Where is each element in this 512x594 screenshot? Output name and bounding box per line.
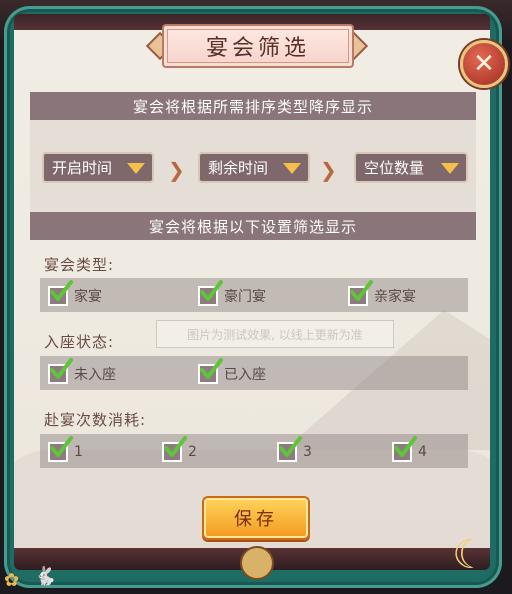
flower-icon: ✿ — [4, 570, 20, 591]
dropdown-label: 空位数量 — [364, 159, 425, 177]
option-label: 3 — [303, 444, 312, 460]
checkbox-not-seated[interactable]: 未入座 — [48, 358, 116, 384]
moon-icon: ☾ — [452, 532, 488, 578]
dropdown-arrow-icon — [127, 163, 145, 174]
close-icon: ✕ — [473, 49, 495, 79]
sort-dropdown-open-time[interactable]: 开启时间 — [42, 152, 154, 183]
ornament-icon — [240, 546, 274, 580]
checkbox-cost-1[interactable]: 1 — [48, 436, 83, 462]
dropdown-arrow-icon — [441, 163, 459, 174]
save-button[interactable]: 保存 — [202, 496, 310, 540]
option-label: 2 — [188, 444, 197, 460]
checkmark-icon — [350, 280, 373, 301]
test-watermark: 图片为测试效果, 以线上更新为准 — [156, 320, 394, 348]
checkbox[interactable] — [162, 436, 187, 462]
checkbox[interactable] — [392, 436, 417, 462]
checkbox-cost-3[interactable]: 3 — [277, 436, 312, 462]
checkmark-icon — [50, 280, 73, 301]
checkmark-icon — [200, 280, 223, 301]
option-label: 亲家宴 — [374, 289, 416, 305]
banquet-filter-screen: 宴会 宴会筛选 ✕ 宴会将根据所需排序类型降序显示 开启时间 ❯ 剩余时间 ❯ … — [0, 0, 512, 594]
sort-dropdown-vacant-seats[interactable]: 空位数量 — [354, 152, 468, 183]
checkbox-cost-2[interactable]: 2 — [162, 436, 197, 462]
rabbit-icon: 🐇 — [34, 566, 57, 587]
dropdown-label: 剩余时间 — [208, 159, 269, 177]
checkmark-icon — [50, 436, 73, 457]
option-label: 未入座 — [74, 367, 116, 383]
seat-status-label: 入座状态: — [44, 333, 115, 351]
banquet-type-label: 宴会类型: — [44, 256, 115, 274]
checkbox[interactable] — [198, 280, 223, 306]
close-button[interactable]: ✕ — [460, 40, 508, 88]
dropdown-arrow-icon — [283, 163, 301, 174]
sort-section-header: 宴会将根据所需排序类型降序显示 — [30, 92, 476, 120]
checkbox[interactable] — [198, 358, 223, 384]
checkbox[interactable] — [277, 436, 302, 462]
checkbox-luxury-banquet[interactable]: 豪门宴 — [198, 280, 266, 306]
checkbox-cost-4[interactable]: 4 — [392, 436, 427, 462]
checkbox[interactable] — [48, 280, 73, 306]
checkbox-in-law-banquet[interactable]: 亲家宴 — [348, 280, 416, 306]
option-label: 豪门宴 — [224, 289, 266, 305]
dropdown-label: 开启时间 — [52, 159, 113, 177]
filter-section-header: 宴会将根据以下设置筛选显示 — [30, 212, 476, 240]
checkmark-icon — [279, 436, 302, 457]
checkbox-family-banquet[interactable]: 家宴 — [48, 280, 102, 306]
option-label: 已入座 — [224, 367, 266, 383]
sort-dropdown-remaining-time[interactable]: 剩余时间 — [198, 152, 310, 183]
checkbox[interactable] — [348, 280, 373, 306]
chevron-right-icon: ❯ — [320, 158, 337, 182]
option-label: 4 — [418, 444, 427, 460]
dialog-title: 宴会筛选 — [162, 24, 354, 68]
option-label: 1 — [74, 444, 83, 460]
checkbox[interactable] — [48, 358, 73, 384]
title-banner: 宴会筛选 — [145, 22, 369, 68]
checkmark-icon — [200, 358, 223, 379]
attend-cost-label: 赴宴次数消耗: — [44, 411, 147, 429]
checkmark-icon — [164, 436, 187, 457]
checkbox[interactable] — [48, 436, 73, 462]
checkmark-icon — [50, 358, 73, 379]
option-label: 家宴 — [74, 289, 102, 305]
checkbox-seated[interactable]: 已入座 — [198, 358, 266, 384]
chevron-right-icon: ❯ — [168, 158, 185, 182]
checkmark-icon — [394, 436, 417, 457]
